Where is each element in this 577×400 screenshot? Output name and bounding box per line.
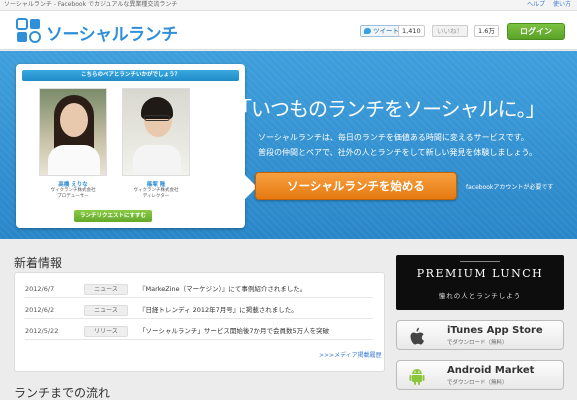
news-text[interactable]: 『MarkeZine（マーケジン）』にて事例紹介されました。 xyxy=(139,281,306,298)
site-header: ソーシャルランチ ツイート 1,410 いいね！ 1.6万 ログイン xyxy=(0,11,577,50)
news-text[interactable]: 「ソーシャルランチ」サービス開始後7か月で会員数5万人を突破 xyxy=(139,323,329,340)
news-item[interactable]: 2012/6/7 ニュース 『MarkeZine（マーケジン）』にて事例紹介され… xyxy=(25,281,373,298)
apple-icon xyxy=(410,327,424,345)
itunes-store-name: iTunes App Store xyxy=(447,325,543,336)
person1-photo xyxy=(39,88,107,176)
lunch-request-button[interactable]: ランチリクエストにすすむ xyxy=(74,210,152,222)
top-strip: ソーシャルランチ - Facebook でカジュアルな異業種交流ランチ ヘルプ … xyxy=(0,0,577,11)
media-history-link[interactable]: >>>メディア掲載履歴 xyxy=(319,350,382,359)
news-text[interactable]: 『日経トレンディ 2012年7月号』に掲載されました。 xyxy=(139,302,298,319)
help-link[interactable]: ヘルプ xyxy=(527,0,545,10)
flow-heading: ランチまでの流れ xyxy=(14,386,111,400)
facebook-required-note: facebookアカウントが必要です xyxy=(466,184,554,191)
android-market-sub: でダウンロード（無料） xyxy=(447,380,508,386)
news-date: 2012/6/2 xyxy=(25,306,55,314)
android-market-button[interactable]: Android Market でダウンロード（無料） xyxy=(396,360,564,390)
premium-subtitle: 憧れの人とランチしよう xyxy=(438,292,522,300)
person1-name: 高橋 えりな xyxy=(58,182,88,188)
howto-link[interactable]: 使い方 xyxy=(553,0,571,10)
hero-banner: こちらのペアとランチいかがでしょう？ 高橋 えりな ヴィクランチ株式会社 プロデ… xyxy=(0,51,577,239)
person2-role: ヴィクランチ株式会社 ディレクター xyxy=(133,188,179,199)
login-button[interactable]: ログイン xyxy=(507,23,565,40)
premium-title: PREMIUM LUNCH xyxy=(416,267,544,280)
android-icon xyxy=(409,369,425,385)
tweet-label: ツイート xyxy=(373,27,399,35)
itunes-store-sub: でダウンロード（無料） xyxy=(447,340,508,346)
hero-description: ソーシャルランチは、毎日のランチを価値ある時間に変えるサービスです。 普段の仲間… xyxy=(258,133,537,157)
person2-name: 篠塚 隆 xyxy=(146,182,166,188)
android-market-name: Android Market xyxy=(447,365,535,376)
ornament-divider xyxy=(460,261,500,265)
start-social-lunch-button[interactable]: ソーシャルランチを始める xyxy=(255,172,457,200)
news-heading: 新着情報 xyxy=(14,256,63,270)
news-tag: ニュース xyxy=(84,284,128,295)
like-button[interactable]: いいね！ xyxy=(432,25,468,37)
twitter-icon xyxy=(364,28,371,34)
logo-text[interactable]: ソーシャルランチ xyxy=(46,20,178,45)
person1-role: ヴィクランチ株式会社 プロデューサー xyxy=(50,188,96,199)
news-date: 2012/6/7 xyxy=(25,285,55,293)
person2-photo xyxy=(122,88,190,176)
news-tag: ニュース xyxy=(84,305,128,316)
news-date: 2012/5/22 xyxy=(25,327,59,335)
like-count: 1.6万 xyxy=(474,25,499,37)
news-item[interactable]: 2012/6/2 ニュース 『日経トレンディ 2012年7月号』に掲載されました… xyxy=(25,302,373,319)
site-tagline: ソーシャルランチ - Facebook でカジュアルな異業種交流ランチ xyxy=(4,1,178,8)
logo-icon[interactable] xyxy=(16,18,42,44)
tweet-count: 1,410 xyxy=(398,25,425,37)
news-item[interactable]: 2012/5/22 リリース 「ソーシャルランチ」サービス開始後7か月で会員数5… xyxy=(25,323,373,340)
pair-card-title: こちらのペアとランチいかがでしょう？ xyxy=(22,70,239,81)
pair-card: こちらのペアとランチいかがでしょう？ 高橋 えりな ヴィクランチ株式会社 プロデ… xyxy=(16,64,245,228)
itunes-app-store-button[interactable]: iTunes App Store でダウンロード（無料） xyxy=(396,320,564,350)
news-tag: リリース xyxy=(84,326,128,337)
news-box: 2012/6/7 ニュース 『MarkeZine（マーケジン）』にて事例紹介され… xyxy=(14,272,385,372)
premium-lunch-banner[interactable]: PREMIUM LUNCH 憧れの人とランチしよう xyxy=(396,255,564,310)
hero-headline: 「いつものランチをソーシャルに。」 xyxy=(232,97,546,121)
